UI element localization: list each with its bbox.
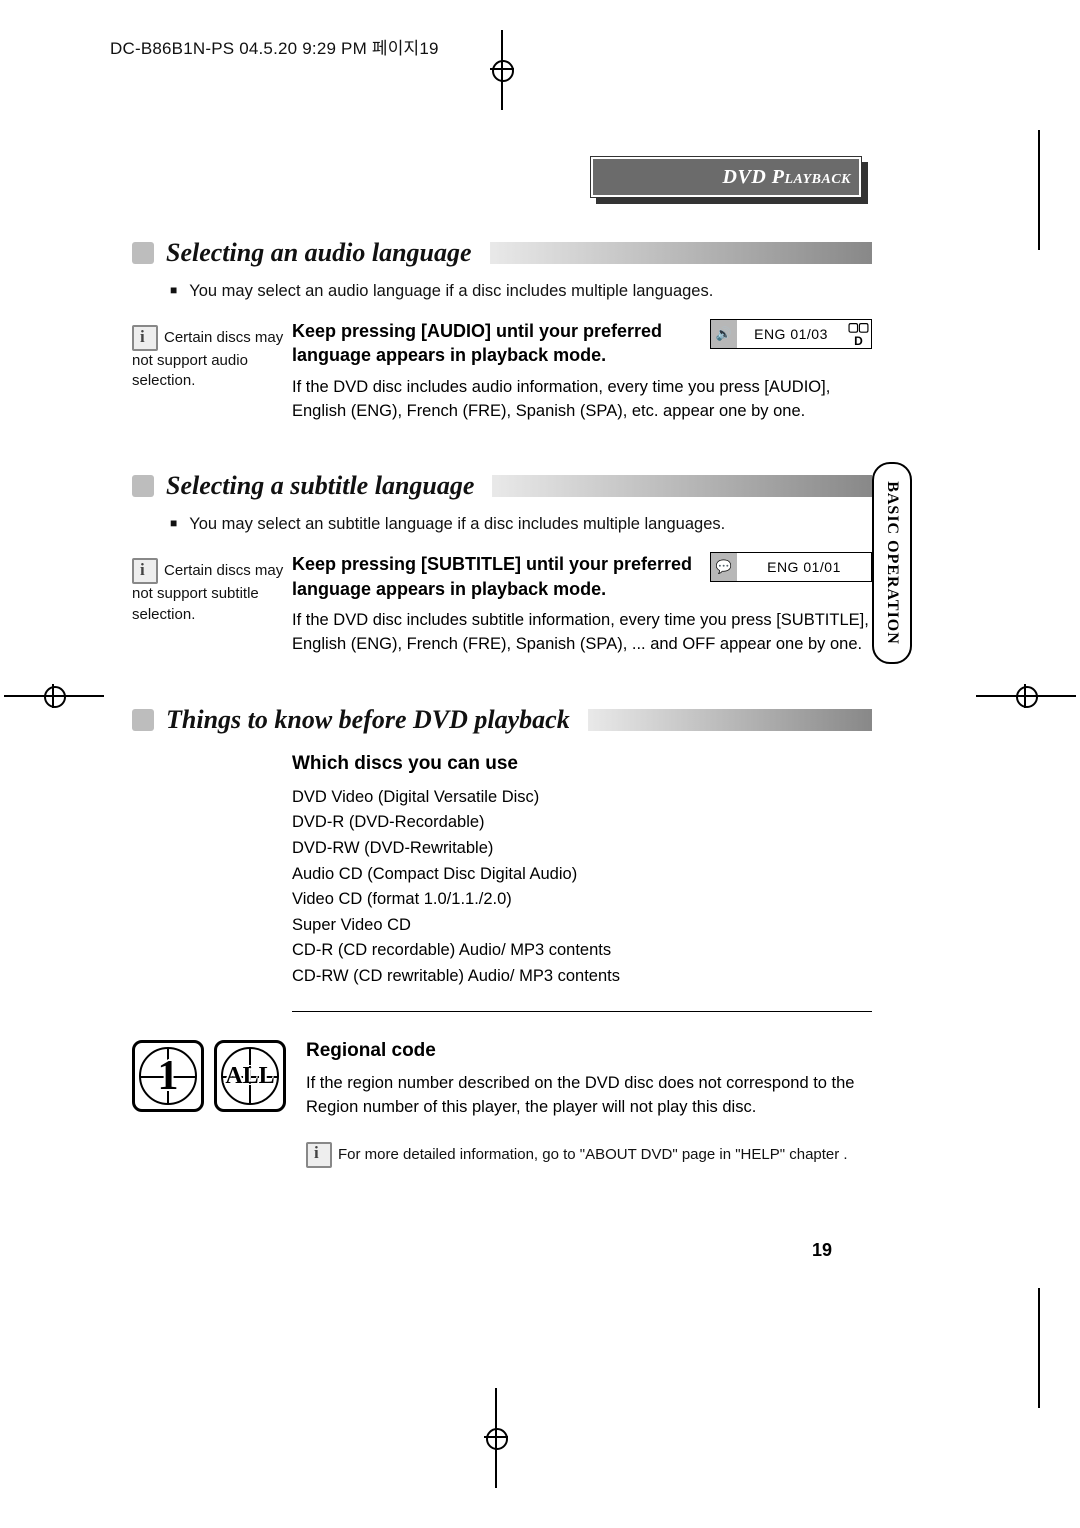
osd-subtitle-text: ENG 01/01 bbox=[737, 559, 871, 575]
dolby-icon: ▢▢ D bbox=[845, 320, 871, 348]
heading-bullet-icon bbox=[132, 475, 154, 497]
sidenote-subtitle: Certain discs may not support subtitle s… bbox=[132, 552, 292, 656]
footnote-help: For more detailed information, go to "AB… bbox=[306, 1142, 872, 1168]
heading-row: Selecting a subtitle language bbox=[132, 471, 872, 501]
region-all-label: ALL bbox=[225, 1063, 274, 1090]
heading-gradient-bar bbox=[490, 242, 872, 264]
list-item: CD-R (CD recordable) Audio/ MP3 contents bbox=[292, 938, 872, 964]
list-item: DVD-R (DVD-Recordable) bbox=[292, 810, 872, 836]
heading-gradient-bar bbox=[492, 475, 872, 497]
registration-mark-right bbox=[976, 684, 1076, 708]
side-tab: BASIC OPERATION bbox=[872, 462, 912, 664]
heading-subtitle-language: Selecting a subtitle language bbox=[166, 471, 486, 501]
osd-audio-text: ENG 01/03 bbox=[737, 326, 845, 342]
section-header-box: DVD Playback bbox=[590, 156, 862, 198]
region-all-icon: ALL bbox=[214, 1040, 286, 1112]
subheading-which-discs: Which discs you can use bbox=[292, 753, 872, 775]
disc-list: DVD Video (Digital Versatile Disc) DVD-R… bbox=[292, 785, 872, 990]
list-item: DVD-RW (DVD-Rewritable) bbox=[292, 836, 872, 862]
intro-bullet: You may select an subtitle language if a… bbox=[170, 515, 872, 534]
side-tab-label: BASIC OPERATION bbox=[883, 481, 901, 645]
list-item: Video CD (format 1.0/1.1./2.0) bbox=[292, 887, 872, 913]
crop-rule-bottom bbox=[1038, 1288, 1040, 1408]
divider bbox=[292, 1011, 872, 1012]
list-item: Super Video CD bbox=[292, 913, 872, 939]
region-1-label: 1 bbox=[158, 1052, 179, 1100]
heading-row: Selecting an audio language bbox=[132, 238, 872, 268]
footnote-text: For more detailed information, go to "AB… bbox=[338, 1146, 848, 1163]
sidenote-audio: Certain discs may not support audio sele… bbox=[132, 319, 292, 423]
section-header-text: DVD Playback bbox=[723, 166, 851, 189]
list-item: CD-RW (CD rewritable) Audio/ MP3 content… bbox=[292, 964, 872, 990]
registration-mark-bottom bbox=[484, 1388, 508, 1488]
info-icon bbox=[306, 1142, 332, 1168]
registration-mark-top bbox=[490, 30, 514, 110]
info-icon bbox=[132, 325, 158, 351]
heading-gradient-bar bbox=[588, 709, 872, 731]
heading-audio-language: Selecting an audio language bbox=[166, 238, 484, 268]
registration-mark-left bbox=[4, 684, 104, 708]
heading-things-to-know: Things to know before DVD playback bbox=[166, 705, 582, 735]
heading-bullet-icon bbox=[132, 242, 154, 264]
region-1-icon: 1 bbox=[132, 1040, 204, 1112]
list-item: Audio CD (Compact Disc Digital Audio) bbox=[292, 862, 872, 888]
subtitle-icon: 💬 bbox=[711, 553, 737, 581]
para-audio: If the DVD disc includes audio informati… bbox=[292, 376, 872, 424]
list-item: DVD Video (Digital Versatile Disc) bbox=[292, 785, 872, 811]
para-subtitle: If the DVD disc includes subtitle inform… bbox=[292, 609, 872, 657]
region-icons: 1 ALL bbox=[132, 1040, 286, 1112]
heading-bullet-icon bbox=[132, 709, 154, 731]
print-header: DC-B86B1N-PS 04.5.20 9:29 PM 페이지19 bbox=[110, 34, 439, 59]
osd-audio-indicator: 🔊 ENG 01/03 ▢▢ D bbox=[710, 319, 872, 349]
osd-subtitle-indicator: 💬 ENG 01/01 bbox=[710, 552, 872, 582]
info-icon bbox=[132, 558, 158, 584]
crop-rule-top bbox=[1038, 130, 1040, 250]
page-number: 19 bbox=[812, 1240, 832, 1261]
heading-row: Things to know before DVD playback bbox=[132, 705, 872, 735]
speaker-icon: 🔊 bbox=[711, 320, 737, 348]
empty-sidenote bbox=[132, 753, 292, 1035]
para-regional-code: If the region number described on the DV… bbox=[306, 1072, 872, 1120]
intro-bullet: You may select an audio language if a di… bbox=[170, 282, 872, 301]
subheading-regional-code: Regional code bbox=[306, 1040, 872, 1062]
page-content: Selecting an audio language You may sele… bbox=[132, 230, 872, 1168]
